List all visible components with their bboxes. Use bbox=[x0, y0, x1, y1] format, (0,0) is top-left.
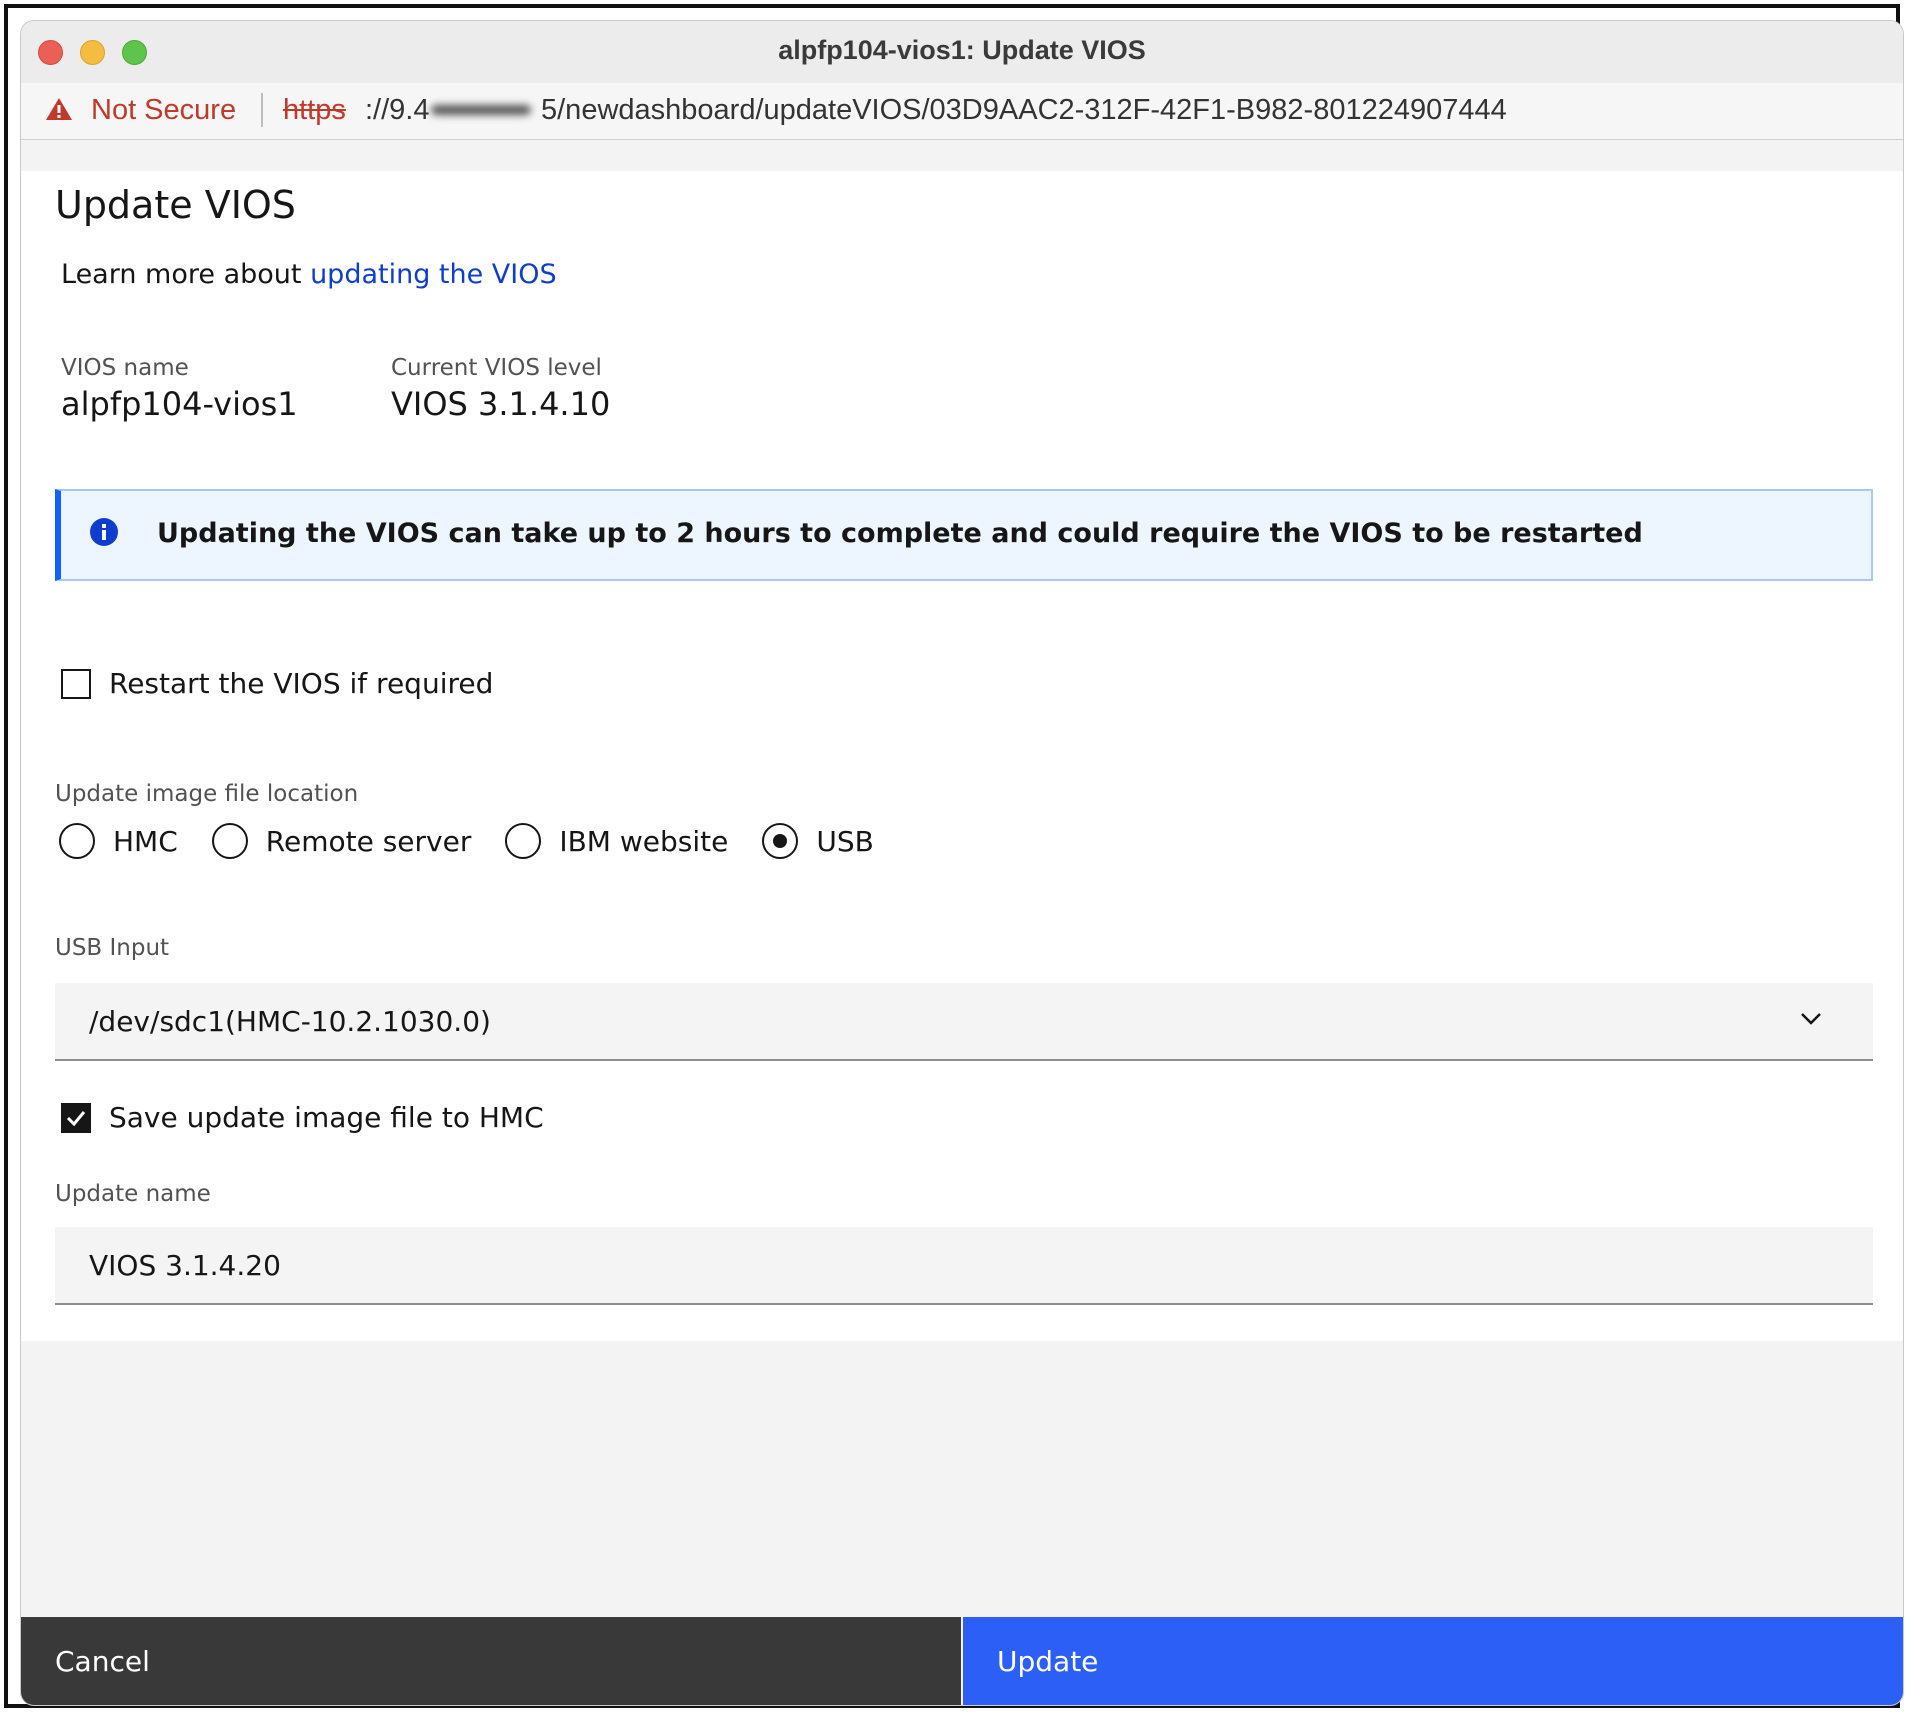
address-separator bbox=[261, 93, 263, 127]
radio-circle[interactable] bbox=[505, 823, 542, 859]
usb-input-value: /dev/sdc1(HMC-10.2.1030.0) bbox=[89, 1005, 491, 1038]
url-scheme: https bbox=[283, 94, 346, 126]
cancel-button-label: Cancel bbox=[55, 1645, 150, 1678]
location-label: Update image file location bbox=[55, 781, 359, 807]
radio-label: Remote server bbox=[265, 824, 472, 858]
radio-label: IBM website bbox=[559, 824, 729, 858]
radio-option-remote-server[interactable]: Remote server bbox=[211, 823, 472, 859]
update-name-input[interactable]: VIOS 3.1.4.20 bbox=[55, 1227, 1873, 1305]
checkmark-icon bbox=[66, 1110, 86, 1126]
vios-name-label: VIOS name bbox=[61, 355, 189, 381]
learn-more-text: Learn more about updating the VIOS bbox=[61, 259, 557, 290]
location-radio-group: HMC Remote server IBM website USB bbox=[59, 823, 908, 859]
url-host: ://9.4 bbox=[365, 94, 430, 126]
radio-circle[interactable] bbox=[59, 823, 95, 859]
radio-option-hmc[interactable]: HMC bbox=[59, 823, 178, 859]
restart-vios-option[interactable]: Restart the VIOS if required bbox=[61, 667, 493, 700]
security-status[interactable]: Not Secure bbox=[91, 94, 236, 127]
learn-more-link[interactable]: updating the VIOS bbox=[310, 259, 557, 290]
current-level-value: VIOS 3.1.4.10 bbox=[391, 385, 611, 423]
save-image-label: Save update image file to HMC bbox=[109, 1101, 544, 1134]
save-image-checkbox[interactable] bbox=[61, 1102, 91, 1133]
title-bar: alpfp104-vios1: Update VIOS bbox=[21, 21, 1903, 84]
vios-name-value: alpfp104-vios1 bbox=[61, 385, 298, 423]
learn-more-prefix: Learn more about bbox=[61, 259, 311, 290]
chevron-down-icon[interactable] bbox=[1799, 1011, 1823, 1031]
update-vios-dialog: Update VIOS Learn more about updating th… bbox=[21, 171, 1903, 1341]
usb-input-label: USB Input bbox=[55, 935, 170, 961]
update-button[interactable]: Update bbox=[963, 1617, 1903, 1705]
radio-option-usb[interactable]: USB bbox=[762, 823, 874, 859]
update-name-value: VIOS 3.1.4.20 bbox=[89, 1249, 281, 1282]
address-bar[interactable]: Not Secure https ://9.4 5/newdashboard/u… bbox=[21, 83, 1903, 140]
redacted-host bbox=[431, 105, 531, 115]
info-notification-text: Updating the VIOS can take up to 2 hours… bbox=[157, 518, 1643, 549]
radio-option-ibm-website[interactable]: IBM website bbox=[505, 823, 728, 859]
info-icon bbox=[89, 517, 119, 547]
radio-circle[interactable] bbox=[211, 823, 248, 859]
radio-circle-selected[interactable] bbox=[762, 823, 799, 859]
browser-window: alpfp104-vios1: Update VIOS Not Secure h… bbox=[20, 20, 1904, 1706]
window-title: alpfp104-vios1: Update VIOS bbox=[778, 35, 1146, 65]
radio-label: USB bbox=[816, 824, 874, 858]
update-name-label: Update name bbox=[55, 1181, 211, 1207]
radio-label: HMC bbox=[113, 824, 178, 858]
info-notification: Updating the VIOS can take up to 2 hours… bbox=[55, 489, 1873, 581]
usb-input-dropdown[interactable]: /dev/sdc1(HMC-10.2.1030.0) bbox=[55, 983, 1873, 1061]
restart-vios-checkbox[interactable] bbox=[61, 668, 91, 699]
current-level-label: Current VIOS level bbox=[391, 355, 602, 381]
warning-icon bbox=[45, 96, 73, 130]
page-title: Update VIOS bbox=[55, 183, 296, 227]
cancel-button[interactable]: Cancel bbox=[21, 1617, 961, 1705]
restart-vios-label: Restart the VIOS if required bbox=[109, 667, 494, 700]
save-image-option[interactable]: Save update image file to HMC bbox=[61, 1101, 544, 1134]
screenshot-frame: alpfp104-vios1: Update VIOS Not Secure h… bbox=[4, 4, 1904, 1708]
url-path: 5/newdashboard/updateVIOS/03D9AAC2-312F-… bbox=[541, 94, 1507, 126]
update-button-label: Update bbox=[997, 1645, 1099, 1678]
